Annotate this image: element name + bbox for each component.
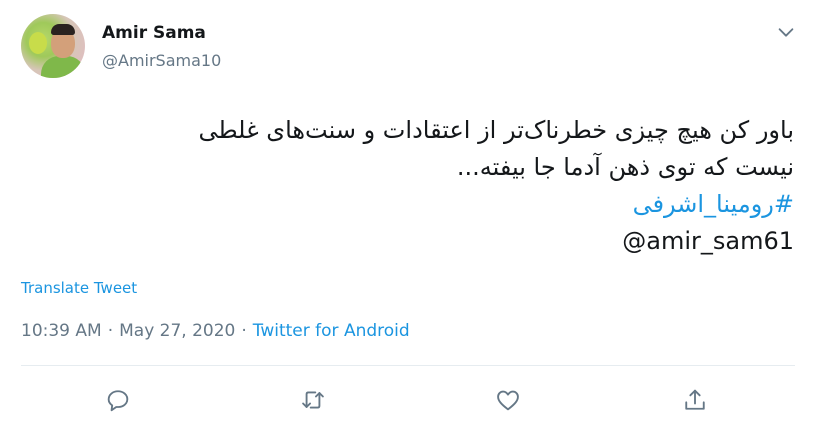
tweet-text: باور کن هیچ چیزی خطرناک‌تر از اعتقادات و… — [24, 112, 794, 260]
avatar-shirt — [41, 56, 85, 78]
tweet-line-1: باور کن هیچ چیزی خطرناک‌تر از اعتقادات و… — [198, 116, 794, 144]
share-icon[interactable] — [681, 386, 709, 414]
meta-separator-2: · — [241, 321, 247, 341]
retweet-icon[interactable] — [299, 386, 327, 414]
tweet-date[interactable]: May 27, 2020 — [119, 321, 235, 341]
avatar[interactable] — [21, 14, 85, 78]
avatar-fruit — [29, 32, 47, 54]
avatar-hair — [51, 24, 75, 35]
like-icon[interactable] — [494, 386, 522, 414]
divider — [21, 365, 795, 366]
meta-separator: · — [107, 321, 114, 341]
author-handle[interactable]: @AmirSama10 — [102, 51, 221, 70]
author-display-name[interactable]: Amir Sama — [102, 23, 206, 43]
chevron-down-icon[interactable] — [775, 21, 797, 43]
tweet-source[interactable]: Twitter for Android — [253, 321, 410, 341]
tweet-mention: amir_sam61@ — [622, 227, 794, 255]
translate-tweet-link[interactable]: Translate Tweet — [21, 279, 137, 297]
tweet-time[interactable]: 10:39 AM — [21, 321, 102, 341]
tweet-meta: 10:39 AM · May 27, 2020 · Twitter for Androi… — [21, 321, 410, 341]
tweet-line-2: نیست که توی ذهن آدما جا بیفته... — [456, 153, 794, 181]
reply-icon[interactable] — [104, 386, 132, 414]
tweet-hashtag[interactable]: #رومینا_اشرفی — [24, 186, 794, 223]
